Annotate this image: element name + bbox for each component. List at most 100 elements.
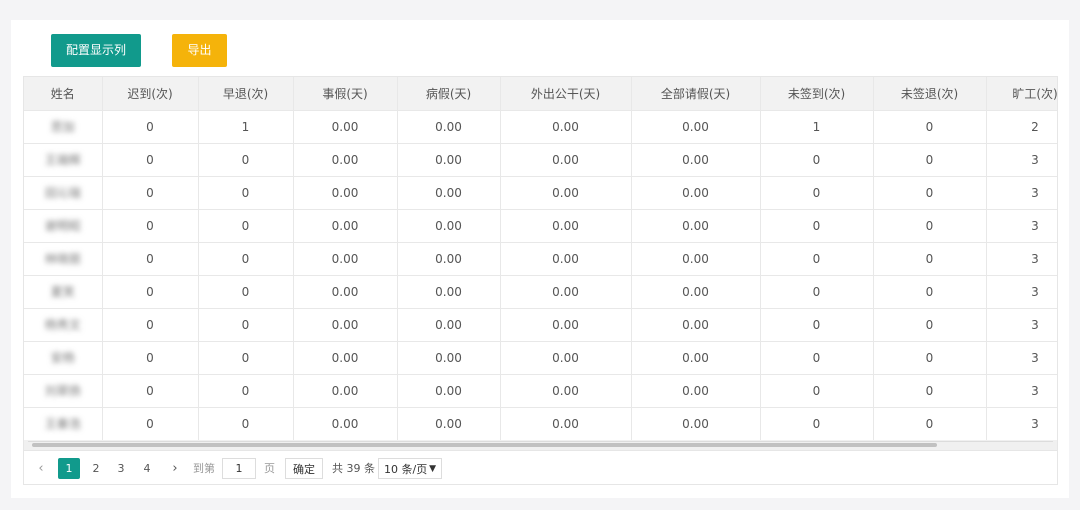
column-header: 早退(次) (198, 77, 294, 111)
table-cell: 0.00 (293, 374, 398, 408)
employee-name: 杨秀文 (44, 318, 81, 332)
table-row[interactable]: 王端辉 0 0 0.00 0.00 0.00 0.00 0 0 3 (24, 143, 1057, 177)
table-row[interactable]: 刘翠扬 0 0 0.00 0.00 0.00 0.00 0 0 3 (24, 374, 1057, 408)
table-cell: 0 (760, 242, 874, 276)
table-cell: 0.00 (500, 176, 632, 210)
page-4[interactable]: 4 (136, 458, 158, 479)
goto-label: 到第 (193, 462, 215, 475)
table-row[interactable]: 安杨 0 0 0.00 0.00 0.00 0.00 0 0 3 (24, 341, 1057, 375)
table-cell: 3 (986, 209, 1057, 243)
employee-name-cell: 田沁瑞 (24, 176, 103, 210)
export-button[interactable]: 导出 (172, 34, 227, 67)
table-cell: 0 (873, 374, 987, 408)
employee-name-cell: 夏笑 (24, 275, 103, 309)
table-cell: 1 (760, 110, 874, 144)
column-header: 未签到(次) (760, 77, 874, 111)
scrollbar-thumb[interactable] (32, 443, 937, 447)
table-cell: 0.00 (500, 143, 632, 177)
table-row[interactable]: 田沁瑞 0 0 0.00 0.00 0.00 0.00 0 0 3 (24, 176, 1057, 210)
page-size-value: 10 条/页 (384, 463, 428, 476)
table-row[interactable]: 思加 0 1 0.00 0.00 0.00 0.00 1 0 2 (24, 110, 1057, 144)
table-cell: 0.00 (631, 110, 761, 144)
table-cell: 0.00 (397, 308, 501, 342)
chevron-down-icon: ▼ (429, 464, 436, 474)
table-cell: 0.00 (631, 275, 761, 309)
table-cell: 0 (760, 308, 874, 342)
employee-name-cell: 王端辉 (24, 143, 103, 177)
chevron-left-icon[interactable]: ‹ (34, 458, 48, 479)
table-cell: 0 (102, 374, 199, 408)
table-row[interactable]: 杨秀文 0 0 0.00 0.00 0.00 0.00 0 0 3 (24, 308, 1057, 342)
table-cell: 3 (986, 407, 1057, 441)
table-cell: 0 (198, 374, 294, 408)
table-cell: 0 (760, 407, 874, 441)
employee-name-cell: 谢明昭 (24, 209, 103, 243)
table-cell: 0 (760, 341, 874, 375)
table-cell: 0.00 (631, 308, 761, 342)
table-cell: 0.00 (631, 341, 761, 375)
confirm-goto-button[interactable]: 确定 (285, 458, 323, 479)
page-3[interactable]: 3 (110, 458, 132, 479)
table-cell: 0.00 (500, 110, 632, 144)
employee-name: 夏笑 (50, 285, 75, 299)
employee-name-cell: 林晓丽 (24, 242, 103, 276)
table-cell: 1 (198, 110, 294, 144)
page-1[interactable]: 1 (58, 458, 80, 479)
employee-name-cell: 刘翠扬 (24, 374, 103, 408)
table-cell: 0.00 (631, 407, 761, 441)
table-cell: 0 (198, 143, 294, 177)
column-header: 病假(天) (397, 77, 501, 111)
employee-name: 田沁瑞 (44, 186, 81, 200)
scrollbar-track (28, 441, 1053, 442)
employee-name: 思加 (50, 120, 75, 134)
table-cell: 0 (198, 407, 294, 441)
employee-name-cell: 安杨 (24, 341, 103, 375)
table-cell: 0.00 (397, 341, 501, 375)
column-header: 外出公干(天) (500, 77, 632, 111)
table-cell: 3 (986, 143, 1057, 177)
chevron-right-icon[interactable]: › (168, 458, 182, 479)
table-cell: 0.00 (293, 275, 398, 309)
table-body: 思加 0 1 0.00 0.00 0.00 0.00 1 0 2 王端辉 0 0 0.00 0.00 0.00… (24, 110, 1057, 441)
table-cell: 0.00 (293, 308, 398, 342)
table-cell: 0 (102, 110, 199, 144)
table-cell: 0 (873, 308, 987, 342)
page-2[interactable]: 2 (85, 458, 107, 479)
table-cell: 0 (873, 407, 987, 441)
table-cell: 0.00 (397, 242, 501, 276)
table-cell: 0.00 (500, 209, 632, 243)
table-cell: 0 (102, 407, 199, 441)
table-cell: 0 (760, 209, 874, 243)
table-cell: 0.00 (500, 374, 632, 408)
table-cell: 0.00 (397, 143, 501, 177)
config-columns-button[interactable]: 配置显示列 (51, 34, 141, 67)
table-cell: 0.00 (397, 374, 501, 408)
table-cell: 3 (986, 308, 1057, 342)
page-unit-label: 页 (264, 462, 275, 475)
table-cell: 0.00 (397, 209, 501, 243)
table-cell: 0 (198, 308, 294, 342)
employee-name: 林晓丽 (44, 252, 81, 266)
table-row[interactable]: 谢明昭 0 0 0.00 0.00 0.00 0.00 0 0 3 (24, 209, 1057, 243)
page-size-select[interactable]: 10 条/页 ▼ (378, 458, 442, 479)
column-header: 事假(天) (293, 77, 398, 111)
horizontal-scrollbar[interactable] (23, 440, 1058, 450)
total-count: 共 39 条 (332, 462, 375, 475)
table-row[interactable]: 夏笑 0 0 0.00 0.00 0.00 0.00 0 0 3 (24, 275, 1057, 309)
table-cell: 0 (760, 374, 874, 408)
table-cell: 0.00 (500, 275, 632, 309)
employee-name-cell: 王秦浩 (24, 407, 103, 441)
goto-page-input[interactable] (222, 458, 256, 479)
table-row[interactable]: 王秦浩 0 0 0.00 0.00 0.00 0.00 0 0 3 (24, 407, 1057, 441)
column-header: 旷工(次) (986, 77, 1057, 111)
table-cell: 3 (986, 275, 1057, 309)
table-cell: 0.00 (397, 176, 501, 210)
table-cell: 0 (760, 143, 874, 177)
employee-name-cell: 思加 (24, 110, 103, 144)
table-cell: 3 (986, 341, 1057, 375)
attendance-table: 姓名 迟到(次) 早退(次) 事假(天) 病假(天) 外出公干(天) 全部请假(天) 未签到(… (23, 76, 1058, 451)
table-row[interactable]: 林晓丽 0 0 0.00 0.00 0.00 0.00 0 0 3 (24, 242, 1057, 276)
table-cell: 0 (760, 275, 874, 309)
table-cell: 0 (873, 176, 987, 210)
table-cell: 0 (102, 143, 199, 177)
